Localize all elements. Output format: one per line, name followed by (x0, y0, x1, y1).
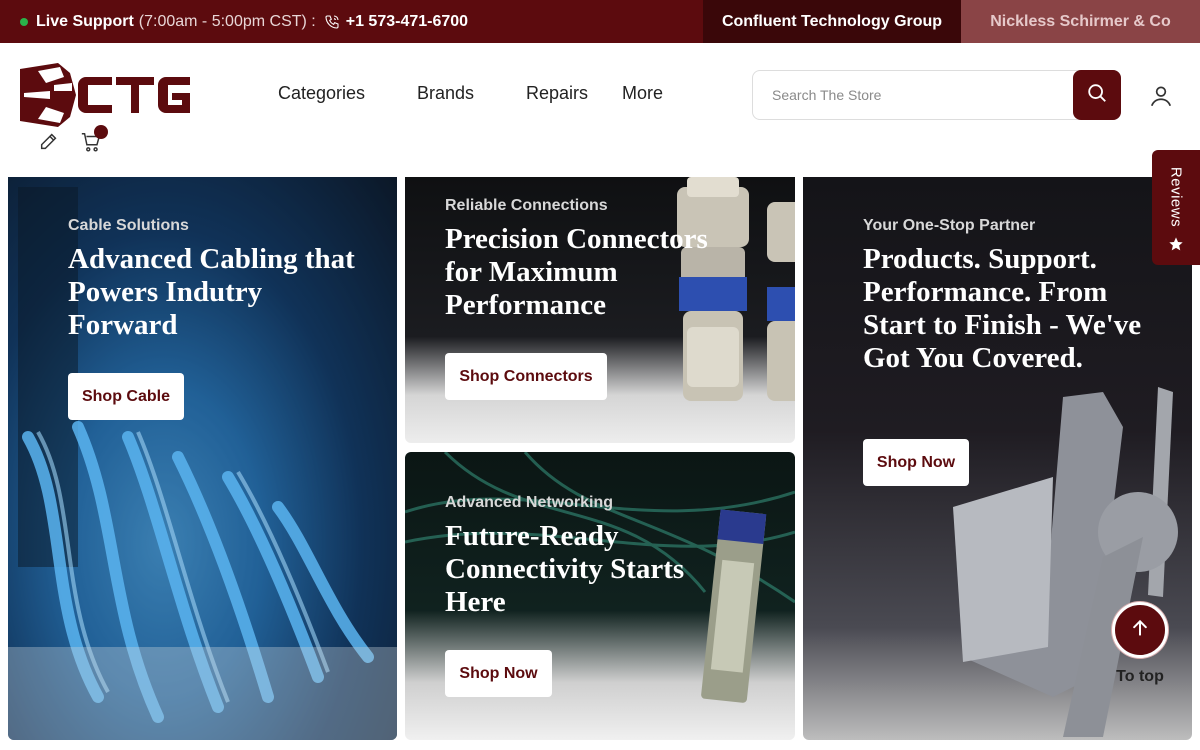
nav-item-categories[interactable]: Categories (278, 83, 365, 104)
edit-icon[interactable] (38, 130, 60, 157)
shop-now-button[interactable]: Shop Now (445, 650, 552, 697)
live-support-label: Live Support (36, 12, 134, 30)
star-icon (1168, 236, 1184, 257)
nav-item-repairs[interactable]: Repairs (526, 83, 588, 104)
shop-connectors-button[interactable]: Shop Connectors (445, 353, 607, 400)
banner-reliable-connections[interactable]: Reliable Connections Precision Connector… (405, 177, 795, 443)
banner-eyebrow: Reliable Connections (445, 197, 608, 214)
banner-headline: Advanced Cabling that Powers Indutry For… (68, 243, 355, 341)
cart-count-badge (94, 125, 108, 139)
banner-headline: Future-Ready Connectivity Starts Here (445, 520, 685, 618)
tab-nickless-schirmer[interactable]: Nickless Schirmer & Co (961, 0, 1200, 43)
reviews-label: Reviews (1167, 166, 1185, 228)
banner-headline: Products. Support. Performance. From Sta… (863, 243, 1142, 374)
nav-item-more[interactable]: More (622, 83, 663, 104)
live-support: Live Support (7:00am - 5:00pm CST) : +1 … (20, 0, 468, 43)
arrow-up-icon (1130, 618, 1150, 643)
banner-advanced-networking[interactable]: Advanced Networking Future-Ready Connect… (405, 452, 795, 740)
to-top-label: To top (1116, 668, 1164, 685)
shop-cable-button[interactable]: Shop Cable (68, 373, 184, 420)
tab-confluent-technology-group[interactable]: Confluent Technology Group (703, 0, 961, 43)
banner-eyebrow: Your One-Stop Partner (863, 217, 1036, 234)
search-icon (1086, 82, 1108, 109)
nav-item-brands[interactable]: Brands (417, 83, 474, 104)
scroll-to-top-button[interactable] (1112, 602, 1168, 658)
banner-headline: Precision Connectors for Maximum Perform… (445, 223, 708, 321)
online-status-dot (20, 17, 28, 26)
ctg-logo[interactable] (20, 63, 192, 132)
banner-eyebrow: Cable Solutions (68, 217, 189, 234)
site-header: Categories Brands Repairs More (0, 43, 1200, 177)
reviews-tab[interactable]: Reviews (1152, 150, 1200, 265)
search-box (752, 70, 1121, 120)
search-input[interactable] (753, 71, 1073, 119)
phone-link[interactable]: +1 573-471-6700 (346, 13, 468, 31)
top-bar: Live Support (7:00am - 5:00pm CST) : +1 … (0, 0, 1200, 43)
shop-now-button[interactable]: Shop Now (863, 439, 969, 486)
support-hours: (7:00am - 5:00pm CST) : (138, 12, 316, 30)
phone-icon (324, 14, 340, 30)
banner-eyebrow: Advanced Networking (445, 494, 614, 511)
user-icon[interactable] (1148, 83, 1174, 114)
banner-cable-solutions[interactable]: Cable Solutions Advanced Cabling that Po… (8, 177, 397, 740)
search-button[interactable] (1073, 70, 1121, 120)
